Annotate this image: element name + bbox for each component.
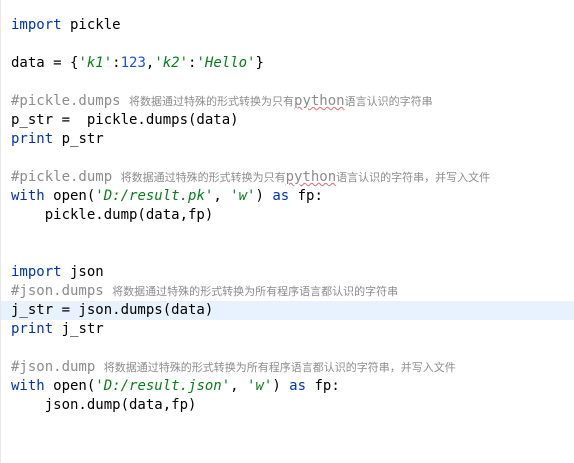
code-line[interactable]: with open('D:/result.pk', 'w') as fp: <box>1 187 574 206</box>
comment-line[interactable]: #pickle.dump 将数据通过特殊的形式转换为只有python语言认识的字… <box>1 168 574 187</box>
code-line[interactable]: pickle.dump(data,fp) <box>1 206 574 225</box>
code-text: json <box>61 264 104 280</box>
string-literal: 'Hello' <box>196 55 256 71</box>
keyword: with <box>11 188 45 204</box>
string-literal: 'w' <box>230 188 256 204</box>
code-text: fp: <box>306 378 340 394</box>
code-text: ) <box>255 188 273 204</box>
comment-text: 语言认识的字符串 <box>344 95 433 108</box>
comment-text: 将数据通过特殊的形式转换为只有 <box>120 171 286 184</box>
code-editor[interactable]: import pickle data = {'k1':123,'k2':'Hel… <box>0 0 574 463</box>
code-text: , <box>213 188 231 204</box>
code-text: data = { <box>11 55 79 71</box>
code-line[interactable]: import pickle <box>1 16 574 35</box>
code-text: p_str <box>53 131 104 147</box>
code-line[interactable]: data = {'k1':123,'k2':'Hello'} <box>1 54 574 73</box>
keyword: print <box>11 321 54 337</box>
comment-text: 将数据通过特殊的形式转换为只有 <box>129 95 295 108</box>
keyword: as <box>272 188 290 204</box>
code-text: , <box>230 378 248 394</box>
string-literal: 'D:/result.pk' <box>95 188 214 204</box>
comment-text: 将数据通过特殊的形式转换为所有程序语言都认识的字符串，并写入文件 <box>103 361 456 374</box>
code-text: json.dump(data,fp) <box>11 397 197 413</box>
comment-line[interactable]: #json.dumps 将数据通过特殊的形式转换为所有程序语言都认识的字符串 <box>1 282 574 301</box>
spelling-warning: python <box>285 169 337 185</box>
keyword: print <box>11 131 54 147</box>
code-line[interactable]: print p_str <box>1 130 574 149</box>
string-literal: 'w' <box>247 378 273 394</box>
code-text: p_str = pickle.dumps(data) <box>11 112 239 128</box>
code-line[interactable]: p_str = pickle.dumps(data) <box>1 111 574 130</box>
comment-text: 语言认识的字符串，并写入文件 <box>336 171 491 184</box>
code-line[interactable]: import json <box>1 263 574 282</box>
comment: #pickle.dumps <box>11 93 130 109</box>
keyword: as <box>289 378 307 394</box>
spelling-warning: python <box>294 93 345 109</box>
comment-line[interactable]: #json.dump 将数据通过特殊的形式转换为所有程序语言都认识的字符串，并写… <box>1 358 574 377</box>
code-text: pickle <box>61 17 121 33</box>
code-text: j_str <box>53 321 104 337</box>
comment-line[interactable]: #pickle.dumps 将数据通过特殊的形式转换为只有python语言认识的… <box>1 92 574 111</box>
comment: #pickle.dump <box>11 169 121 185</box>
code-text: open( <box>44 378 96 394</box>
code-line[interactable]: with open('D:/result.json', 'w') as fp: <box>1 377 574 396</box>
comment: #json.dump <box>11 359 104 375</box>
code-text: pickle.dump(data,fp) <box>11 207 214 223</box>
string-literal: 'D:/result.json' <box>95 378 231 394</box>
string-literal: 'k2' <box>154 55 189 71</box>
code-text: open( <box>44 188 96 204</box>
code-line[interactable]: print j_str <box>1 320 574 339</box>
current-code-line[interactable]: j_str = json.dumps(data) <box>1 301 574 320</box>
string-literal: 'k1' <box>78 55 113 71</box>
code-text: ) <box>272 378 290 394</box>
number-literal: 123 <box>120 55 146 71</box>
code-line[interactable]: json.dump(data,fp) <box>1 396 574 415</box>
keyword: with <box>11 378 45 394</box>
code-text: fp: <box>289 188 323 204</box>
code-text: j_str = json.dumps(data) <box>11 302 214 318</box>
code-text: } <box>255 55 264 71</box>
keyword: import <box>11 264 62 280</box>
comment-text: 将数据通过特殊的形式转换为所有程序语言都认识的字符串 <box>112 285 399 298</box>
comment: #json.dumps <box>11 283 113 299</box>
code-text: : <box>112 55 121 71</box>
keyword: import <box>11 17 62 33</box>
